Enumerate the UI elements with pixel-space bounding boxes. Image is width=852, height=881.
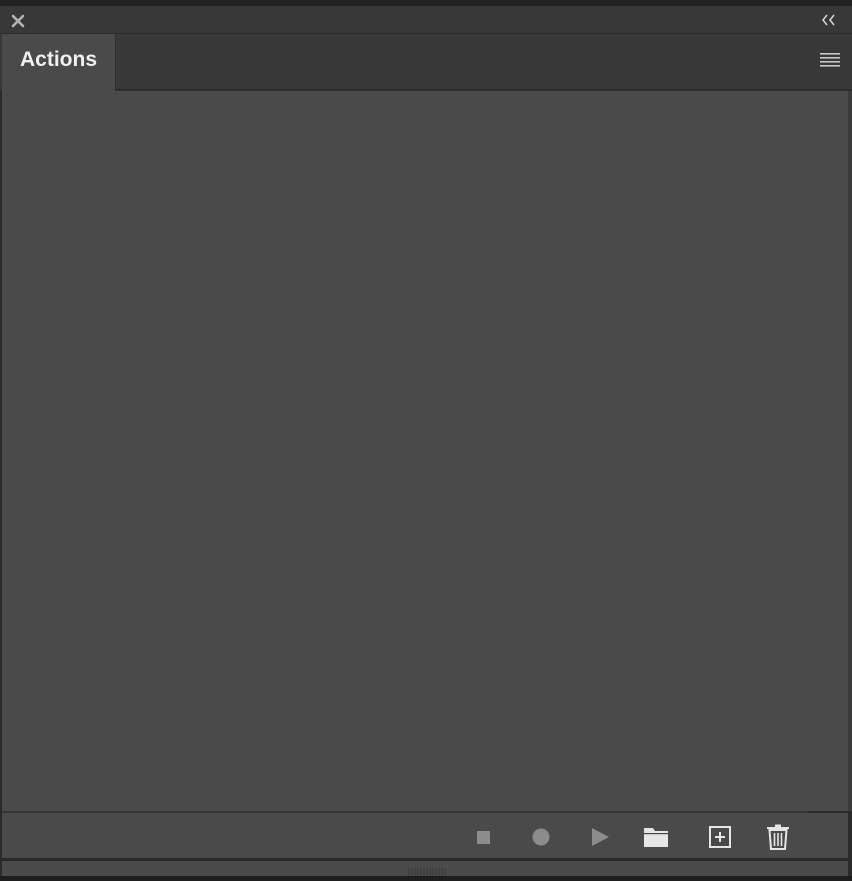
actions-list-area[interactable] bbox=[2, 91, 848, 811]
trash-icon[interactable] bbox=[765, 824, 791, 850]
panel-footer-toolbar bbox=[2, 813, 848, 858]
double-chevron-left-icon[interactable] bbox=[820, 12, 838, 28]
bottom-edge bbox=[2, 861, 848, 876]
new-action-icon[interactable] bbox=[707, 824, 733, 850]
play-icon[interactable] bbox=[587, 824, 613, 850]
actions-panel: Actions bbox=[0, 0, 852, 876]
tab-bar: Actions bbox=[0, 34, 852, 91]
panel-title-bar bbox=[0, 6, 852, 34]
scrollbar-track[interactable] bbox=[848, 91, 852, 811]
record-icon[interactable] bbox=[528, 824, 554, 850]
folder-icon[interactable] bbox=[643, 824, 669, 850]
stop-icon[interactable] bbox=[470, 824, 496, 850]
hamburger-menu-icon[interactable] bbox=[820, 53, 840, 69]
close-icon[interactable] bbox=[9, 12, 27, 30]
tab-actions-label: Actions bbox=[20, 48, 98, 71]
tab-actions[interactable]: Actions bbox=[2, 34, 116, 91]
resize-grip-icon[interactable] bbox=[408, 863, 446, 876]
